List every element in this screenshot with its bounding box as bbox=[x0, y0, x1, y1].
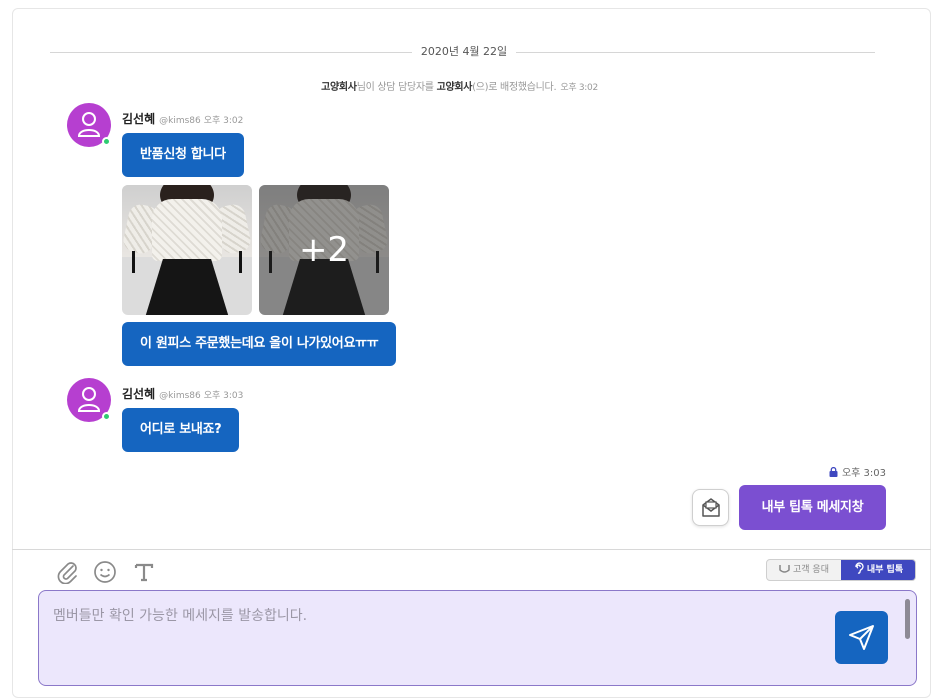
message-mode-toggle[interactable]: 고객 응대 내부 팁톡 bbox=[766, 559, 916, 581]
internal-mode-option[interactable]: 내부 팁톡 bbox=[841, 560, 915, 580]
message-composer bbox=[38, 590, 917, 686]
composer-divider bbox=[12, 549, 931, 550]
message-bubble: 어디로 보내죠? bbox=[122, 408, 240, 452]
lock-icon bbox=[829, 467, 838, 477]
emoji-icon bbox=[94, 561, 116, 583]
my-message-time: 오후 3:03 bbox=[829, 464, 886, 479]
internal-mode-label: 내부 팁톡 bbox=[866, 565, 904, 575]
paperclip-icon bbox=[57, 562, 77, 585]
online-status-dot bbox=[102, 137, 111, 146]
text-format-button[interactable] bbox=[133, 560, 159, 584]
system-company-assigned: 고양회사 bbox=[436, 82, 473, 93]
text-format-icon bbox=[134, 563, 154, 582]
attach-file-button[interactable] bbox=[56, 560, 82, 585]
emoji-button[interactable] bbox=[93, 560, 119, 584]
envelope-icon bbox=[702, 498, 720, 517]
divider-line bbox=[50, 52, 412, 53]
send-icon bbox=[849, 625, 874, 650]
divider-line bbox=[516, 52, 875, 53]
avatar[interactable] bbox=[67, 103, 111, 147]
system-message: 고양회사님이 상담 담당자를 고양회사(으)로 배정했습니다. 오후 3:02 bbox=[0, 78, 919, 93]
message-time: 오후 3:03 bbox=[203, 391, 244, 401]
sender-name: 김선혜 bbox=[122, 112, 156, 126]
more-photos-count: +2 bbox=[298, 230, 350, 270]
customer-mode-option[interactable]: 고객 응대 bbox=[767, 560, 841, 580]
sender-handle: @kims86 bbox=[159, 116, 201, 126]
message-bubble: 반품신청 합니다 bbox=[122, 133, 244, 177]
online-status-dot bbox=[102, 412, 111, 421]
system-time: 오후 3:02 bbox=[560, 83, 598, 93]
message-meta: 김선혜 @kims86 오후 3:02 bbox=[122, 110, 243, 127]
date-label: 2020년 4월 22일 bbox=[420, 45, 508, 58]
photo-attachment-more[interactable]: +2 bbox=[259, 185, 389, 315]
sender-handle: @kims86 bbox=[159, 391, 201, 401]
message-meta: 김선혜 @kims86 오후 3:03 bbox=[122, 385, 243, 402]
sender-name: 김선혜 bbox=[122, 387, 156, 401]
customer-mode-label: 고객 응대 bbox=[793, 565, 829, 575]
composer-scrollbar[interactable] bbox=[905, 599, 910, 639]
system-company: 고양회사 bbox=[321, 82, 357, 93]
message-input[interactable] bbox=[53, 605, 813, 673]
internal-message-bubble: 내부 팁톡 메세지창 bbox=[739, 485, 886, 530]
send-button[interactable] bbox=[835, 611, 888, 664]
date-divider: 2020년 4월 22일 bbox=[50, 44, 875, 60]
my-time-text: 오후 3:03 bbox=[841, 468, 886, 479]
smile-icon bbox=[779, 565, 790, 573]
avatar[interactable] bbox=[67, 378, 111, 422]
message-bubble: 이 원피스 주문했는데요 올이 나가있어요ㅠㅠ bbox=[122, 322, 397, 366]
internal-note-button[interactable] bbox=[692, 489, 729, 526]
user-icon bbox=[77, 387, 101, 412]
system-text-end: (으)로 배정했습니다. bbox=[472, 82, 557, 93]
message-time: 오후 3:02 bbox=[203, 116, 244, 126]
system-text: 님이 상담 담당자를 bbox=[356, 82, 437, 93]
photo-attachment[interactable] bbox=[122, 185, 252, 315]
user-icon bbox=[77, 112, 101, 137]
ear-icon bbox=[855, 562, 864, 574]
